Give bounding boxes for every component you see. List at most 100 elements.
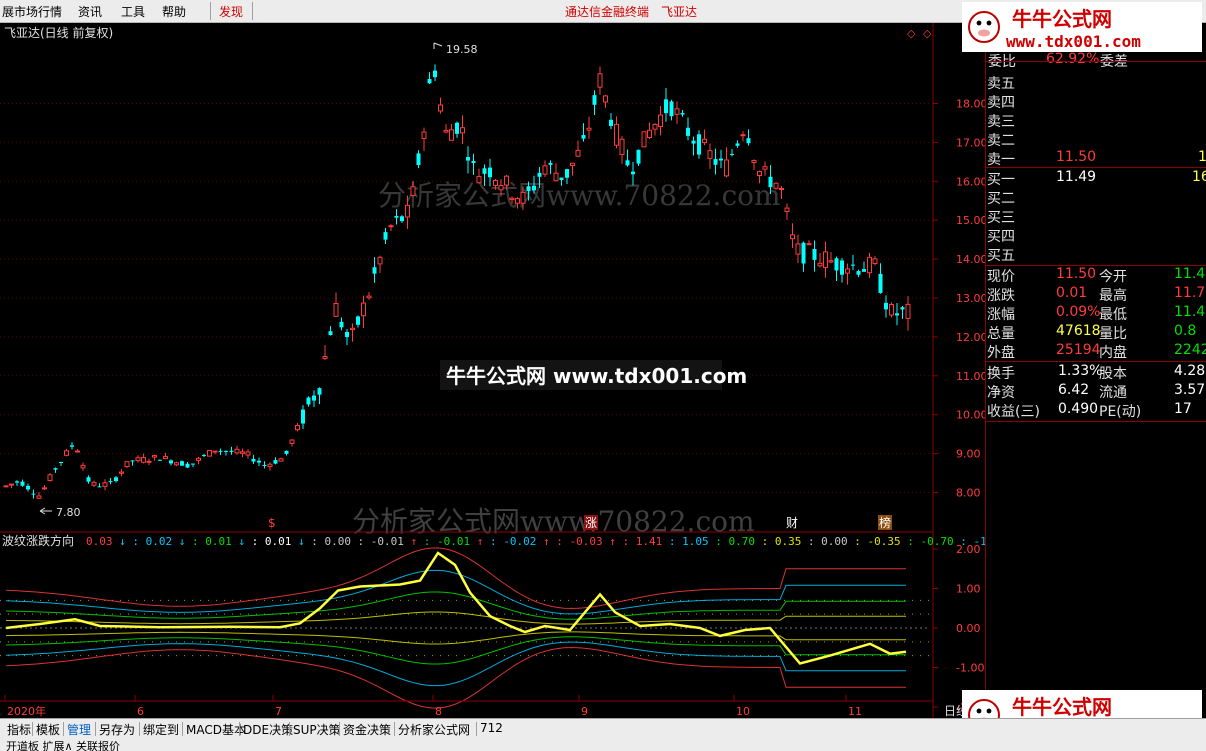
date-tick: 7 [275, 705, 282, 718]
menu-help[interactable]: 帮助 [162, 3, 186, 20]
buy-price: 11.49 [1056, 169, 1097, 185]
stat-label: 今开 [1099, 269, 1127, 285]
menu-tools[interactable]: 工具 [121, 3, 145, 20]
price-axis: 18.00 17.00 16.00 15.00 14.00 13.00 12.00 11.00… [932, 23, 985, 718]
indicator-value: : -0.03 [550, 535, 603, 548]
tab-1[interactable]: 模板 [36, 721, 60, 738]
marker-dollar[interactable]: $ [268, 516, 276, 530]
low-price-label: 7.80 [56, 506, 81, 519]
indicator-arrow-icon: ↑ [404, 535, 417, 548]
logo-title: 牛牛公式网 [1012, 695, 1112, 719]
chart-title: 飞亚达(日线 前复权) [4, 25, 113, 40]
stat-label: 收益(三) [987, 404, 1040, 420]
stat-label: 股本 [1099, 366, 1127, 382]
indicator-tick: -1.00 [956, 662, 984, 675]
date-axis: 2020年 6 7 8 9 10 11 日线 [0, 695, 968, 718]
indicator-arrow-icon: ↓ [232, 535, 245, 548]
candlesticks [3, 64, 911, 500]
price-tick: 17.00 [956, 136, 985, 149]
stat-label: 流通 [1099, 385, 1127, 401]
date-tick: 10 [736, 705, 750, 718]
tab-3[interactable]: 另存为 [99, 721, 135, 738]
stat-value: 11.50 [1056, 266, 1097, 282]
stat-label: 换手 [987, 366, 1015, 382]
chart-grid [0, 103, 933, 493]
tab-7[interactable]: SUP决策 [293, 721, 341, 738]
sell-level-label: 卖五 [987, 76, 1015, 92]
indicator-arrow-icon: ↑ [470, 535, 483, 548]
price-tick: 14.00 [956, 253, 985, 266]
low-arrow-icon [39, 507, 52, 515]
tab-0[interactable]: 指标 [7, 721, 31, 738]
indicator-value: : -0.70 [901, 535, 954, 548]
indicator-arrow-icon: ↓ [291, 535, 304, 548]
cow-logo-icon [968, 11, 1000, 43]
tab-6[interactable]: DDE决策 [243, 721, 293, 738]
buy-level-label: 买一 [987, 172, 1015, 188]
buy-level-label: 买四 [987, 229, 1015, 245]
chart-close-icon[interactable]: ◇ [923, 27, 932, 40]
indicator-value: : -0.02 [483, 535, 536, 548]
price-tick: 10.00 [956, 409, 985, 422]
marker-zhang[interactable]: 涨 [585, 515, 597, 530]
indicator-value: : -0.01 [417, 535, 470, 548]
indicator-arrow-icon: ↑ [536, 535, 549, 548]
date-tick: 2020年 [7, 704, 46, 718]
stat-label: 总量 [987, 326, 1015, 342]
chart-area[interactable]: 飞亚达(日线 前复权) ◇ ◇ 分析家公式网www.70822.com 分析家公… [0, 23, 985, 718]
date-tick: 8 [435, 705, 442, 718]
buy-level-label: 买三 [987, 210, 1015, 226]
bottom-strip: 开道板 扩展∧ 关联报价 [0, 738, 1206, 751]
sell-level-label: 卖一 [987, 152, 1015, 168]
buy-volume: 16 [1192, 169, 1206, 185]
indicator-value: : 0.01 [245, 535, 291, 548]
price-tick: 12.00 [956, 331, 985, 344]
indicator-value: : 1.05 [662, 535, 708, 548]
logo-top: 牛牛公式网 www.tdx001.com [962, 2, 1202, 52]
stat-label: 最高 [1099, 288, 1127, 304]
marker-cai[interactable]: 财 [786, 516, 798, 530]
app-title: 通达信金融终端 [565, 5, 650, 19]
menu-news[interactable]: 资讯 [78, 3, 102, 20]
indicator-values: 0.03 ↓ : 0.02 ↓ : 0.01 ↓ : 0.01 ↓ : 0.00… [86, 535, 985, 548]
watermark-center: 分析家公式网www.70822.com [378, 179, 781, 212]
tab-4[interactable]: 绑定到 [143, 721, 179, 738]
indicator-tick: 1.00 [956, 583, 981, 596]
indicator-value: : -0.35 [848, 535, 901, 548]
menu-discover[interactable]: 发现 [219, 3, 243, 20]
tab-8[interactable]: 资金决策 [343, 721, 391, 738]
stat-label: 涨跌 [987, 288, 1015, 304]
indicator-name[interactable]: 波纹涨跌方向 [2, 533, 74, 548]
stat-value: 2242 [1174, 342, 1206, 358]
formula-tab-bar: 指标 模板 管理 另存为 绑定到 MACD基本 DDE决策 SUP决策 资金决策 分析家公式网 71… [0, 718, 1206, 739]
date-tick: 9 [581, 705, 588, 718]
stat-value: 17 [1174, 401, 1192, 417]
sell-price: 11.50 [1056, 149, 1097, 165]
price-tick: 11.00 [956, 370, 985, 383]
tab-5[interactable]: MACD基本 [186, 721, 246, 738]
menu-market[interactable]: 展市场行情 [2, 3, 62, 20]
marker-bang[interactable]: 榜 [879, 515, 891, 530]
buy-level-label: 买二 [987, 191, 1015, 207]
stat-value: 0.8 [1174, 323, 1197, 339]
indicator-value: : 0.70 [709, 535, 755, 548]
date-tick: 6 [137, 705, 144, 718]
chart-options-icon[interactable]: ◇ [907, 27, 916, 40]
kline-chart[interactable]: 飞亚达(日线 前复权) ◇ ◇ 分析家公式网www.70822.com 分析家公… [0, 23, 985, 718]
tab-2[interactable]: 管理 [67, 721, 91, 738]
buy-level-label: 买五 [987, 248, 1015, 264]
tab-10[interactable]: 712 [480, 721, 503, 735]
stat-value: 3.57 [1174, 382, 1206, 398]
stat-value: 47618 [1056, 323, 1101, 339]
tab-9[interactable]: 分析家公式网 [398, 721, 470, 738]
stat-label: 现价 [987, 269, 1015, 285]
overlay-watermark: 牛牛公式网 www.tdx001.com [446, 364, 747, 388]
watermark-bottom: 分析家公式网www.70822.com [352, 505, 755, 538]
price-tick: 15.00 [956, 214, 985, 227]
high-arrow-icon [433, 42, 443, 49]
indicator-arrow-icon: ↑ [603, 535, 616, 548]
sell-level-label: 卖二 [987, 133, 1015, 149]
indicator-value: : 0.35 [755, 535, 801, 548]
logo-title: 牛牛公式网 [1012, 7, 1112, 31]
stat-value: 25194 [1056, 342, 1101, 358]
